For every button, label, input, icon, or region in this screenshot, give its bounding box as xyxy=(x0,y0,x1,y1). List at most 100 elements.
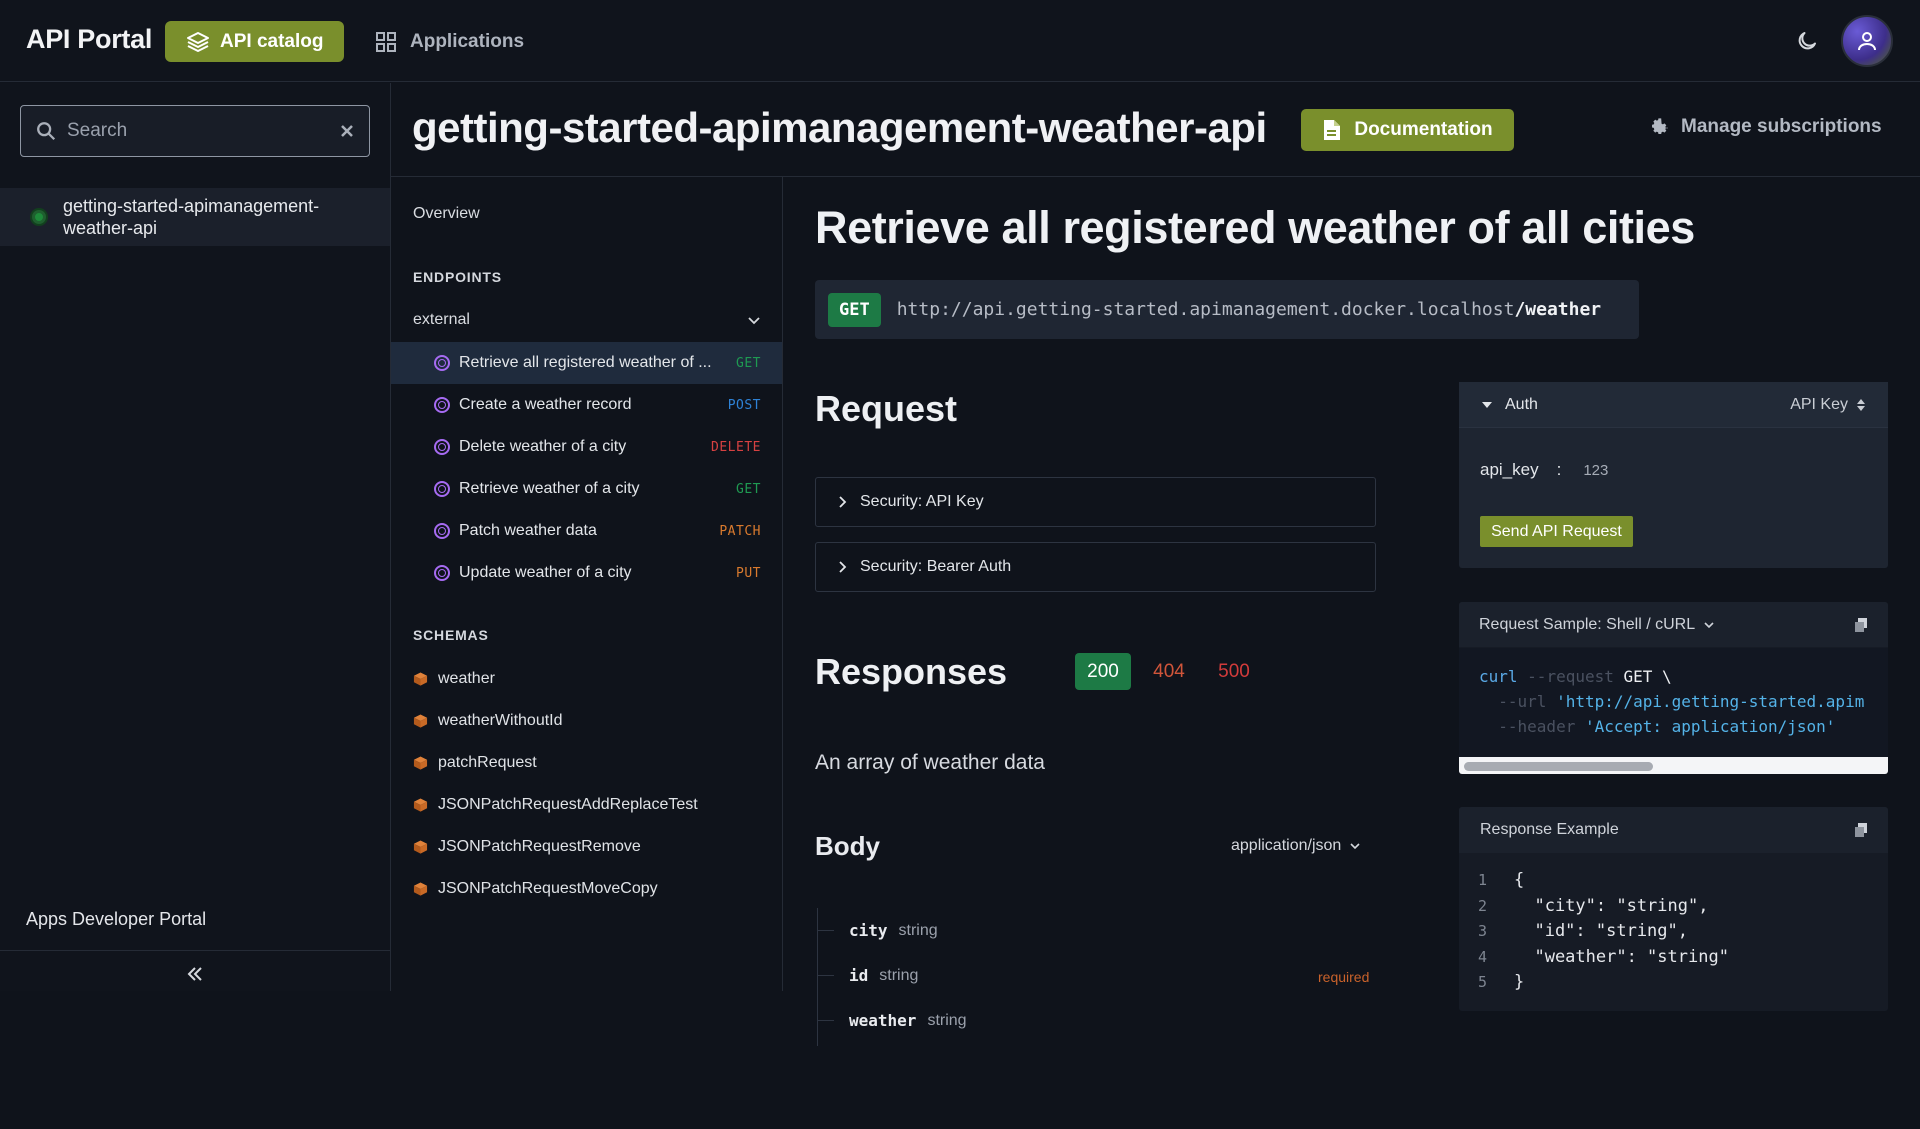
endpoint-item[interactable]: Create a weather record POST xyxy=(391,384,782,426)
code-token: curl xyxy=(1479,667,1518,686)
schema-item[interactable]: weather xyxy=(413,664,495,694)
top-bar: API Portal API catalog Applications xyxy=(0,0,1920,82)
cube-icon xyxy=(413,714,428,728)
code-token: GET \ xyxy=(1623,667,1672,686)
endpoint-item[interactable]: Update weather of a city PUT xyxy=(391,552,782,594)
sidebar-item-weather-api[interactable]: getting-started-apimanagement-weather-ap… xyxy=(0,188,390,246)
cube-icon xyxy=(413,672,428,686)
endpoint-icon xyxy=(434,523,450,539)
schema-item[interactable]: JSONPatchRequestRemove xyxy=(413,832,641,862)
language-select[interactable]: Request Sample: Shell / cURL xyxy=(1479,616,1715,634)
schema-property: id string xyxy=(818,966,918,985)
manage-subscriptions-button[interactable]: Manage subscriptions xyxy=(1648,116,1882,138)
nav-applications[interactable]: Applications xyxy=(374,27,524,57)
document-icon xyxy=(1324,120,1341,140)
schema-item[interactable]: JSONPatchRequestAddReplaceTest xyxy=(413,790,698,820)
avatar[interactable] xyxy=(1841,15,1893,67)
request-sample-heading: Request Sample: Shell / cURL xyxy=(1479,615,1696,633)
response-code-tab-200[interactable]: 200 xyxy=(1075,653,1131,690)
code-line: 3 "id": "string", xyxy=(1478,919,1888,945)
endpoints-nav: Overview ENDPOINTS external Retrieve all… xyxy=(391,177,783,991)
security-api-key-expander[interactable]: Security: API Key xyxy=(815,477,1376,527)
divider xyxy=(0,950,390,951)
response-code-tab-404[interactable]: 404 xyxy=(1147,653,1191,690)
sidebar-footer-title: Apps Developer Portal xyxy=(26,909,207,929)
endpoint-item[interactable]: Retrieve all registered weather of ... G… xyxy=(391,342,782,384)
double-chevron-left-icon xyxy=(187,967,202,981)
copy-icon[interactable] xyxy=(1854,822,1868,838)
chevron-down-icon xyxy=(1350,843,1360,850)
code-token: --request xyxy=(1527,667,1614,686)
line-text: "weather": "string" xyxy=(1514,946,1729,967)
schema-item[interactable]: patchRequest xyxy=(413,748,537,778)
schema-label: patchRequest xyxy=(438,754,537,771)
response-description: An array of weather data xyxy=(815,751,1045,774)
nav-overview[interactable]: Overview xyxy=(413,205,480,223)
request-sample-header: Request Sample: Shell / cURL xyxy=(1459,602,1888,647)
schema-item[interactable]: weatherWithoutId xyxy=(413,706,563,736)
api-key-field[interactable]: api_key : 123 xyxy=(1480,460,1608,480)
page-title: getting-started-apimanagement-weather-ap… xyxy=(412,104,1267,151)
endpoint-icon xyxy=(434,481,450,497)
close-icon[interactable] xyxy=(339,123,355,139)
endpoint-url-box: GET http://api.getting-started.apimanage… xyxy=(815,280,1639,339)
method-badge: DELETE xyxy=(711,439,761,455)
auth-panel: Auth API Key api_key : 123 Send API Requ… xyxy=(1459,382,1888,568)
scrollbar-thumb[interactable] xyxy=(1464,762,1653,771)
theme-toggle-button[interactable] xyxy=(1793,27,1821,55)
code-token: 'http://api.getting-started.apim xyxy=(1556,692,1865,711)
documentation-button-label: Documentation xyxy=(1354,119,1493,140)
endpoint-item[interactable]: Retrieve weather of a city GET xyxy=(391,468,782,510)
tree-tick xyxy=(818,1020,834,1021)
auth-toggle[interactable]: Auth xyxy=(1481,396,1538,414)
request-sample-panel: Request Sample: Shell / cURL curl --requ… xyxy=(1459,602,1888,774)
security-label: Security: Bearer Auth xyxy=(860,558,1012,575)
layers-icon xyxy=(187,31,209,52)
content-type-value: application/json xyxy=(1231,837,1342,854)
security-bearer-auth-expander[interactable]: Security: Bearer Auth xyxy=(815,542,1376,592)
schema-label: weather xyxy=(438,670,495,687)
method-badge: PUT xyxy=(736,565,761,581)
method-badge: POST xyxy=(727,397,761,413)
collapse-sidebar-button[interactable] xyxy=(180,959,210,989)
required-label: required xyxy=(1318,969,1370,985)
endpoint-label: Update weather of a city xyxy=(459,564,632,581)
endpoint-group-external[interactable]: external xyxy=(413,311,761,329)
content-type-select[interactable]: application/json xyxy=(1231,837,1361,855)
brand-title[interactable]: API Portal xyxy=(26,24,152,55)
cube-icon xyxy=(413,756,428,770)
method-badge: GET xyxy=(828,292,881,327)
grid-icon xyxy=(376,32,396,52)
horizontal-scrollbar[interactable] xyxy=(1459,757,1888,774)
schema-item[interactable]: JSONPatchRequestMoveCopy xyxy=(413,874,658,904)
field-separator: : xyxy=(1556,460,1562,479)
schema-property: city string xyxy=(818,921,938,940)
endpoint-item[interactable]: Patch weather data PATCH xyxy=(391,510,782,552)
nav-api-catalog[interactable]: API catalog xyxy=(165,21,344,62)
response-example-panel: Response Example 1{ 2 "city": "string", … xyxy=(1459,807,1888,1011)
endpoint-item[interactable]: Delete weather of a city DELETE xyxy=(391,426,782,468)
caret-down-icon xyxy=(1482,401,1492,408)
schema-property: weather string xyxy=(818,1011,967,1030)
auth-scheme-select[interactable]: API Key xyxy=(1790,396,1866,414)
copy-icon[interactable] xyxy=(1854,617,1868,633)
chevron-right-icon xyxy=(839,561,847,573)
endpoint-icon xyxy=(434,439,450,455)
schemas-heading: SCHEMAS xyxy=(413,627,489,643)
search-input[interactable] xyxy=(67,120,339,142)
operation-title: Retrieve all registered weather of all c… xyxy=(815,202,1695,253)
responses-heading: Responses xyxy=(815,651,1008,692)
line-text: } xyxy=(1514,972,1525,992)
field-value: 123 xyxy=(1583,461,1609,479)
schema-label: JSONPatchRequestMoveCopy xyxy=(438,880,658,897)
gear-icon xyxy=(1652,118,1668,134)
line-number: 1 xyxy=(1478,871,1488,889)
chevron-right-icon xyxy=(839,496,847,508)
documentation-button[interactable]: Documentation xyxy=(1301,109,1514,151)
sort-icon xyxy=(1857,398,1865,411)
cube-icon xyxy=(413,882,428,896)
send-api-request-button[interactable]: Send API Request xyxy=(1480,516,1633,547)
response-code-tab-500[interactable]: 500 xyxy=(1212,653,1256,690)
cube-icon xyxy=(413,798,428,812)
code-token: --url xyxy=(1498,692,1547,711)
